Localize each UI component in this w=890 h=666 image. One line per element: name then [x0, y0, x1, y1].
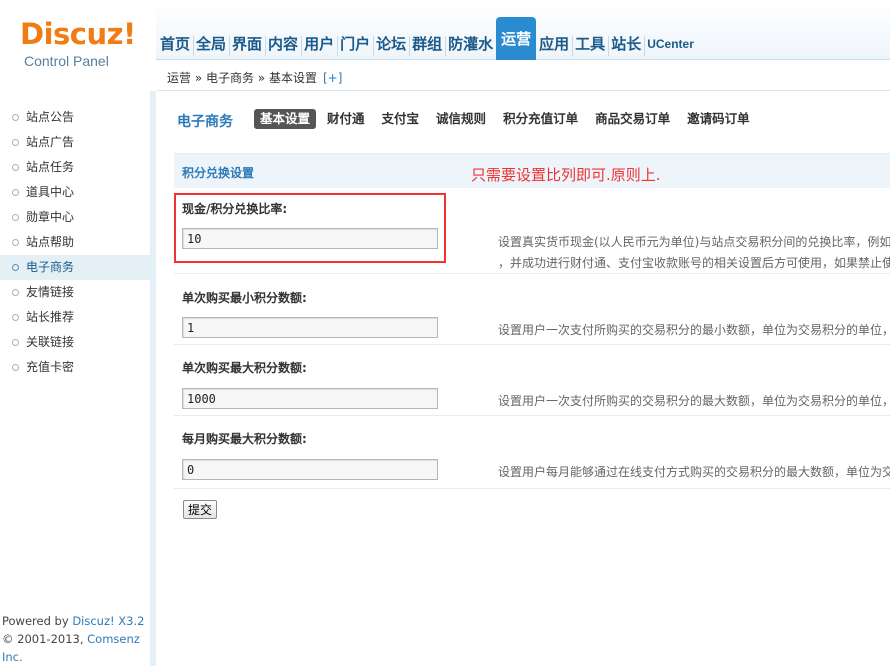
min-credits-input[interactable] [182, 317, 438, 338]
bullet-icon [12, 214, 19, 221]
sidebar: 站点公告 站点广告 站点任务 道具中心 勋章中心 站点帮助 电子商务 友情链接 … [0, 91, 156, 666]
footer-discuz-link[interactable]: Discuz! X3.2 [72, 614, 144, 628]
sidebar-item-recommend[interactable]: 站长推荐 [0, 305, 150, 330]
sidebar-item-help[interactable]: 站点帮助 [0, 230, 150, 255]
bullet-icon [12, 239, 19, 246]
sidebar-menu: 站点公告 站点广告 站点任务 道具中心 勋章中心 站点帮助 电子商务 友情链接 … [0, 105, 150, 380]
setting-row-monthly-max: 每月购买最大积分数额: 设置用户每月能够通过在线支付方式购买的交易积分的最大数额… [174, 416, 890, 489]
sidebar-item-ads[interactable]: 站点广告 [0, 130, 150, 155]
sidebar-item-label: 站点公告 [26, 110, 75, 124]
bullet-icon [12, 314, 19, 321]
bullet-icon [12, 114, 19, 121]
nav-forum[interactable]: 论坛 [373, 24, 409, 60]
footer-powered-by: Powered by [2, 614, 73, 628]
tab-bar: 基本设置 财付通 支付宝 诚信规则 积分充值订单 商品交易订单 邀请码订单 [254, 109, 761, 129]
sidebar-item-label: 关联链接 [26, 335, 75, 349]
tab-tenpay[interactable]: 财付通 [321, 109, 371, 129]
field-label: 单次购买最大积分数额: [182, 361, 307, 375]
sidebar-item-label: 站点任务 [26, 160, 75, 174]
logo-text: Discuz! [20, 17, 136, 51]
field-label: 每月购买最大积分数额: [182, 432, 307, 446]
field-label: 单次购买最小积分数额: [182, 291, 307, 305]
sidebar-item-label: 站点帮助 [26, 235, 75, 249]
sidebar-item-relatedlinks[interactable]: 关联链接 [0, 330, 150, 355]
sidebar-item-friendlinks[interactable]: 友情链接 [0, 280, 150, 305]
footer-copyright: © 2001-2013, [2, 632, 88, 646]
tab-alipay[interactable]: 支付宝 [376, 109, 426, 129]
field-description-line2: ，并成功进行财付通、支付宝收款账号的相关设置后方可使用，如果禁止使 [498, 256, 890, 270]
bullet-icon [12, 289, 19, 296]
sidebar-item-label: 充值卡密 [26, 360, 75, 374]
nav-home[interactable]: 首页 [157, 24, 193, 60]
submit-button[interactable]: 提交 [183, 500, 218, 519]
main-content: 电子商务 基本设置 财付通 支付宝 诚信规则 积分充值订单 商品交易订单 邀请码… [157, 92, 890, 666]
sidebar-item-label: 站点广告 [26, 135, 75, 149]
sidebar-item-announcement[interactable]: 站点公告 [0, 105, 150, 130]
nav-tools[interactable]: 工具 [572, 24, 608, 60]
bullet-icon [12, 339, 19, 346]
max-credits-input[interactable] [182, 388, 438, 409]
logo-subtitle: Control Panel [24, 53, 109, 69]
nav-operation[interactable]: 运营 [496, 17, 537, 60]
nav-style[interactable]: 界面 [229, 24, 265, 60]
field-description: 设置用户一次支付所购买的交易积分的最大数额，单位为交易积分的单位， [498, 394, 890, 408]
nav-content[interactable]: 内容 [265, 24, 301, 60]
bullet-icon [12, 164, 19, 171]
breadcrumb: 运营 » 电子商务 » 基本设置 [+] [167, 69, 342, 86]
nav-global[interactable]: 全局 [193, 24, 229, 60]
breadcrumb-text: 运营 » 电子商务 » 基本设置 [167, 71, 317, 85]
monthly-max-input[interactable] [182, 459, 438, 480]
breadcrumb-bar: 运营 » 电子商务 » 基本设置 [+] [157, 61, 890, 91]
field-description: 设置用户一次支付所购买的交易积分的最小数额，单位为交易积分的单位， [498, 323, 890, 337]
section-title: 积分兑换设置 [182, 166, 255, 180]
bullet-icon [12, 139, 19, 146]
sidebar-item-ecommerce[interactable]: 电子商务 [0, 255, 150, 280]
nav-user[interactable]: 用户 [301, 24, 337, 60]
sidebar-item-label: 站长推荐 [26, 310, 75, 324]
tab-invite-orders[interactable]: 邀请码订单 [681, 109, 756, 129]
field-description: 设置真实货币现金(以人民币元为单位)与站点交易积分间的兑换比率，例如 [498, 235, 890, 249]
bullet-icon [12, 189, 19, 196]
sidebar-item-label: 友情链接 [26, 285, 75, 299]
nav-portal[interactable]: 门户 [337, 24, 373, 60]
bullet-icon [12, 364, 19, 371]
sidebar-item-magic[interactable]: 道具中心 [0, 180, 150, 205]
page-title: 电子商务 [177, 114, 233, 130]
sidebar-item-cardkeys[interactable]: 充值卡密 [0, 355, 150, 380]
nav-founder[interactable]: 站长 [608, 24, 644, 60]
field-description: 设置用户每月能够通过在线支付方式购买的交易积分的最大数额，单位为交 [498, 465, 890, 479]
bullet-icon [12, 264, 19, 271]
sidebar-item-label: 道具中心 [26, 185, 75, 199]
tab-credit-rules[interactable]: 诚信规则 [430, 109, 492, 129]
setting-row-min-credits: 单次购买最小积分数额: 设置用户一次支付所购买的交易积分的最小数额，单位为交易积… [174, 274, 890, 345]
annotation-note: 只需要设置比列即可.原则上. [471, 166, 661, 184]
add-shortcut-button[interactable]: [+] [323, 71, 342, 85]
sidebar-item-label: 电子商务 [26, 260, 75, 274]
nav-apps[interactable]: 应用 [536, 24, 572, 60]
tab-credit-orders[interactable]: 积分充值订单 [497, 109, 584, 129]
tab-basic-settings[interactable]: 基本设置 [254, 109, 317, 129]
sidebar-item-medals[interactable]: 勋章中心 [0, 205, 150, 230]
annotation-highlight-box [174, 193, 446, 263]
footer: Powered by Discuz! X3.2 © 2001-2013, Com… [2, 612, 150, 666]
setting-row-max-credits: 单次购买最大积分数额: 设置用户一次支付所购买的交易积分的最大数额，单位为交易积… [174, 345, 890, 416]
nav-ucenter[interactable]: UCenter [644, 24, 697, 60]
sidebar-item-label: 勋章中心 [26, 210, 75, 224]
nav-antispam[interactable]: 防灌水 [445, 24, 496, 60]
nav-group[interactable]: 群组 [409, 24, 445, 60]
tab-trade-orders[interactable]: 商品交易订单 [589, 109, 676, 129]
logo[interactable]: Discuz! Control Panel [0, 0, 156, 90]
top-nav: 首页 全局 界面 内容 用户 门户 论坛 群组 防灌水 运营 应用 工具 站长 … [157, 17, 697, 60]
sidebar-item-tasks[interactable]: 站点任务 [0, 155, 150, 180]
